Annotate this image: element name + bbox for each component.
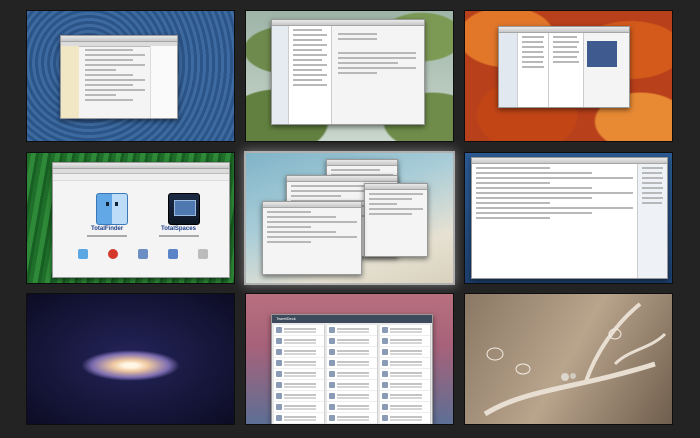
app-icon[interactable]	[168, 249, 178, 259]
space-thumbnail-5[interactable]	[246, 153, 453, 283]
space-thumbnail-3[interactable]	[465, 11, 672, 141]
mail-window[interactable]	[271, 19, 425, 125]
space-thumbnail-8[interactable]: TweetDeck	[246, 294, 453, 424]
totalfinder-title[interactable]: TotalFinder	[91, 226, 123, 232]
app-icon[interactable]	[198, 249, 208, 259]
tweetdeck-title: TweetDeck	[276, 316, 296, 321]
totalfinder-icon[interactable]	[96, 193, 128, 225]
text-window[interactable]	[364, 183, 428, 257]
browser-window[interactable]: TotalFinder TotalSpaces	[52, 162, 230, 278]
space-thumbnail-6[interactable]	[465, 153, 672, 283]
app-icon[interactable]	[78, 249, 88, 259]
space-thumbnail-4[interactable]: TotalFinder TotalSpaces	[27, 153, 234, 283]
space-thumbnail-9[interactable]	[465, 294, 672, 424]
text-window[interactable]	[262, 201, 362, 275]
space-thumbnail-1[interactable]	[27, 11, 234, 141]
text-editor-window[interactable]	[471, 157, 668, 279]
mission-control-screen: { "screen": { "type": "space-overview", …	[0, 0, 700, 438]
totalspaces-title[interactable]: TotalSpaces	[161, 226, 196, 232]
space-thumbnail-7[interactable]	[27, 294, 234, 424]
app-icon[interactable]	[138, 249, 148, 259]
app-icon[interactable]	[108, 249, 118, 259]
wallpaper-galaxy	[27, 294, 234, 424]
tweetdeck-window[interactable]: TweetDeck	[271, 314, 433, 424]
browser-window[interactable]	[60, 35, 178, 119]
space-thumbnail-2[interactable]	[246, 11, 453, 141]
totalspaces-icon[interactable]	[168, 193, 200, 225]
branch-illustration	[483, 302, 667, 417]
file-browser-window[interactable]	[498, 26, 630, 108]
